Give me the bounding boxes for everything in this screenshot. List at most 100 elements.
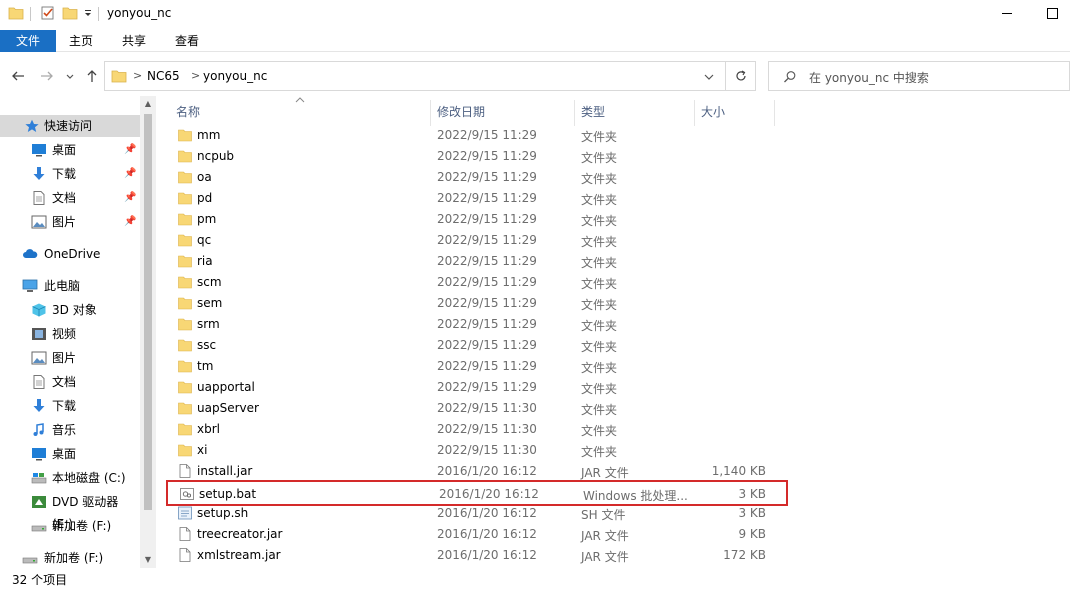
- tab-home[interactable]: 主页: [56, 30, 106, 52]
- file-row[interactable]: mm 2022/9/15 11:29 文件夹: [166, 125, 786, 146]
- column-header-size[interactable]: 大小: [701, 100, 725, 124]
- file-row[interactable]: scm 2022/9/15 11:29 文件夹: [166, 272, 786, 293]
- breadcrumb-yonyou-nc[interactable]: yonyou_nc: [203, 69, 267, 83]
- search-icon: [784, 71, 796, 83]
- scroll-down-arrow[interactable]: ▼: [140, 552, 156, 568]
- file-type: 文件夹: [581, 298, 618, 312]
- pin-icon[interactable]: 📌: [124, 163, 136, 185]
- sidebar-item-dvd-drive-e[interactable]: DVD 驱动器 (E:): [0, 491, 140, 531]
- sidebar-item-pictures-pc[interactable]: 图片: [0, 347, 140, 369]
- folder-icon: [178, 192, 192, 205]
- column-divider[interactable]: [774, 100, 775, 126]
- file-row[interactable]: setup.sh 2016/1/20 16:12 SH 文件 3 KB: [166, 503, 786, 524]
- file-row[interactable]: tm 2022/9/15 11:29 文件夹: [166, 356, 786, 377]
- file-row[interactable]: pd 2022/9/15 11:29 文件夹: [166, 188, 786, 209]
- sidebar-item-onedrive[interactable]: OneDrive: [0, 243, 140, 265]
- file-row[interactable]: sem 2022/9/15 11:29 文件夹: [166, 293, 786, 314]
- sidebar-item-documents[interactable]: 文档 📌: [0, 187, 140, 209]
- sidebar-item-this-pc[interactable]: 此电脑: [0, 275, 140, 297]
- new-folder-icon[interactable]: [62, 6, 78, 20]
- sidebar-item-music[interactable]: 音乐: [0, 419, 140, 441]
- download-icon: [33, 167, 45, 180]
- file-name: xmlstream.jar: [197, 548, 281, 562]
- file-row[interactable]: pm 2022/9/15 11:29 文件夹: [166, 209, 786, 230]
- sidebar-item-new-volume-f-root[interactable]: 新加卷 (F:): [0, 547, 140, 569]
- file-type: 文件夹: [581, 151, 618, 165]
- file-row[interactable]: oa 2022/9/15 11:29 文件夹: [166, 167, 786, 188]
- sidebar-item-new-volume-f[interactable]: 新加卷 (F:): [0, 515, 140, 537]
- file-row[interactable]: ncpub 2022/9/15 11:29 文件夹: [166, 146, 786, 167]
- pin-icon[interactable]: 📌: [124, 211, 136, 233]
- sidebar-item-downloads-pc[interactable]: 下载: [0, 395, 140, 417]
- column-divider[interactable]: [694, 100, 695, 126]
- computer-icon: [22, 279, 38, 292]
- sidebar-item-pictures[interactable]: 图片 📌: [0, 211, 140, 233]
- search-input[interactable]: 在 yonyou_nc 中搜索: [768, 61, 1070, 91]
- minimize-icon[interactable]: [984, 0, 1030, 28]
- sidebar-item-local-disk-c[interactable]: 本地磁盘 (C:): [0, 467, 140, 489]
- file-name: ncpub: [197, 149, 235, 163]
- drive-icon: [31, 473, 47, 484]
- file-row[interactable]: uapServer 2022/9/15 11:30 文件夹: [166, 398, 786, 419]
- arrow-right-icon: [41, 71, 53, 81]
- sidebar-item-desktop[interactable]: 桌面 📌: [0, 139, 140, 161]
- file-row[interactable]: qc 2022/9/15 11:29 文件夹: [166, 230, 786, 251]
- column-header-date[interactable]: 修改日期: [437, 100, 485, 124]
- sidebar-item-downloads[interactable]: 下载 📌: [0, 163, 140, 185]
- refresh-button[interactable]: [726, 61, 756, 91]
- customize-toolbar-icon[interactable]: [83, 6, 93, 20]
- column-divider[interactable]: [574, 100, 575, 126]
- sidebar-item-quick-access[interactable]: 快速访问: [0, 115, 140, 137]
- column-header-type[interactable]: 类型: [581, 100, 605, 124]
- maximize-icon[interactable]: [1030, 0, 1070, 28]
- file-row[interactable]: uapportal 2022/9/15 11:29 文件夹: [166, 377, 786, 398]
- file-type: SH 文件: [581, 508, 626, 522]
- file-type: 文件夹: [581, 256, 618, 270]
- file-date: 2022/9/15 11:29: [437, 275, 537, 289]
- file-row[interactable]: xi 2022/9/15 11:30 文件夹: [166, 440, 786, 461]
- chevron-down-icon: [66, 74, 74, 79]
- column-header-name[interactable]: 名称: [176, 100, 200, 124]
- sidebar-scrollbar[interactable]: ▲ ▼: [140, 96, 156, 568]
- sidebar-item-3d-objects[interactable]: 3D 对象: [0, 299, 140, 321]
- recent-locations-button[interactable]: [63, 67, 77, 85]
- back-button[interactable]: [9, 67, 27, 85]
- chevron-down-icon[interactable]: [703, 71, 715, 83]
- folder-icon: [178, 381, 192, 394]
- file-type: 文件夹: [581, 382, 618, 396]
- tab-share[interactable]: 共享: [108, 30, 160, 52]
- file-date: 2016/1/20 16:12: [437, 464, 537, 478]
- column-divider[interactable]: [430, 100, 431, 126]
- folder-icon: [178, 360, 192, 373]
- file-row[interactable]: xbrl 2022/9/15 11:30 文件夹: [166, 419, 786, 440]
- address-bar[interactable]: > NC65 > yonyou_nc: [104, 61, 726, 91]
- file-size: 3 KB: [738, 506, 766, 520]
- window-title: yonyou_nc: [107, 6, 172, 20]
- sidebar-item-desktop-pc[interactable]: 桌面: [0, 443, 140, 465]
- folder-icon: [178, 255, 192, 268]
- file-row[interactable]: treecreator.jar 2016/1/20 16:12 JAR 文件 9 KB: [166, 524, 786, 545]
- scroll-thumb[interactable]: [144, 114, 152, 510]
- properties-icon[interactable]: [40, 6, 56, 20]
- breadcrumb-separator[interactable]: >: [191, 69, 200, 82]
- sidebar-item-documents-pc[interactable]: 文档: [0, 371, 140, 393]
- file-row[interactable]: srm 2022/9/15 11:29 文件夹: [166, 314, 786, 335]
- breadcrumb-nc65[interactable]: NC65: [147, 69, 180, 83]
- breadcrumb-separator[interactable]: >: [133, 69, 142, 82]
- file-row[interactable]: xmlstream.jar 2016/1/20 16:12 JAR 文件 172 KB: [166, 545, 786, 566]
- file-date: 2022/9/15 11:29: [437, 338, 537, 352]
- folder-icon: [178, 339, 192, 352]
- file-row[interactable]: install.jar 2016/1/20 16:12 JAR 文件 1,140 KB: [166, 461, 786, 482]
- tab-file[interactable]: 文件: [0, 30, 56, 52]
- tab-view[interactable]: 查看: [160, 30, 214, 52]
- forward-button[interactable]: [38, 67, 56, 85]
- up-button[interactable]: [83, 67, 101, 85]
- file-row[interactable]: ria 2022/9/15 11:29 文件夹: [166, 251, 786, 272]
- scroll-up-arrow[interactable]: ▲: [140, 96, 156, 112]
- file-row[interactable]: ssc 2022/9/15 11:29 文件夹: [166, 335, 786, 356]
- pin-icon[interactable]: 📌: [124, 187, 136, 209]
- sidebar-item-videos[interactable]: 视频: [0, 323, 140, 345]
- navigation-pane: 快速访问 桌面 📌 下载 📌 文档 📌 图片 📌 OneDrive 此电脑 3D…: [0, 96, 140, 566]
- file-name: install.jar: [197, 464, 253, 478]
- pin-icon[interactable]: 📌: [124, 139, 136, 161]
